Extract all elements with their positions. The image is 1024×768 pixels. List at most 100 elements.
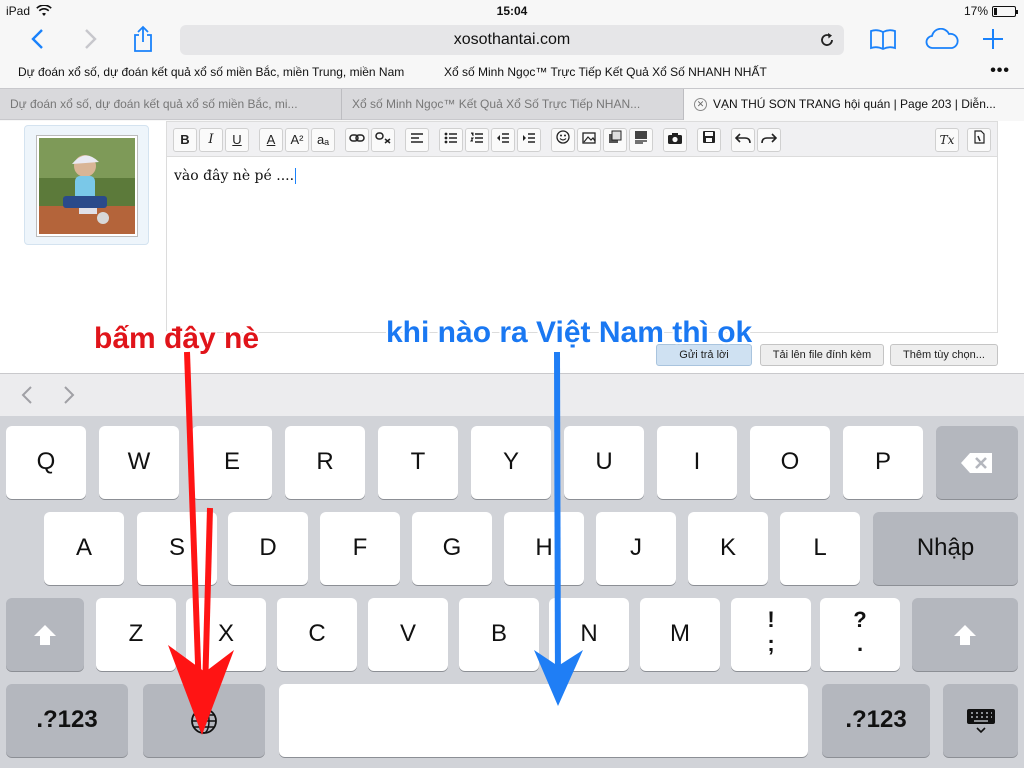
chevron-left-icon <box>21 386 32 404</box>
key-t[interactable]: T <box>378 426 458 499</box>
message-editor[interactable]: vào đây nè pé .... <box>166 157 998 333</box>
shift-icon <box>954 624 976 645</box>
key-q[interactable]: Q <box>6 426 86 499</box>
tab-item[interactable]: Dự đoán xổ số, dự đoán kết quả xổ số miề… <box>0 89 342 120</box>
shift-icon <box>34 624 56 645</box>
space-key[interactable] <box>279 684 808 757</box>
reload-button[interactable] <box>816 25 838 55</box>
redo-button[interactable] <box>757 128 781 152</box>
key-z[interactable]: Z <box>96 598 176 671</box>
upload-attachment-button[interactable]: Tải lên file đính kèm <box>760 344 884 366</box>
key-l[interactable]: L <box>780 512 860 585</box>
unlink-button[interactable] <box>371 128 395 152</box>
key-w[interactable]: W <box>99 426 179 499</box>
key-n[interactable]: N <box>549 598 629 671</box>
key-p[interactable]: P <box>843 426 923 499</box>
next-field-button[interactable] <box>58 384 80 406</box>
chevron-right-icon <box>85 29 97 49</box>
battery-fill <box>994 7 997 15</box>
key-y[interactable]: Y <box>471 426 551 499</box>
new-tab-button[interactable] <box>976 24 1010 54</box>
key-r[interactable]: R <box>285 426 365 499</box>
underline-button[interactable]: U <box>225 128 249 152</box>
key-c[interactable]: C <box>277 598 357 671</box>
previous-field-button[interactable] <box>16 384 38 406</box>
floppy-icon <box>703 131 715 143</box>
save-draft-button[interactable] <box>697 128 721 152</box>
key-g[interactable]: G <box>412 512 492 585</box>
key-top-symbol: ! <box>767 607 775 632</box>
number-list-icon <box>470 132 483 143</box>
key-a[interactable]: A <box>44 512 124 585</box>
key-b[interactable]: B <box>459 598 539 671</box>
font-size-button[interactable]: A² <box>285 128 309 152</box>
url-text: xosothantai.com <box>453 31 571 48</box>
key-u[interactable]: U <box>564 426 644 499</box>
align-button[interactable] <box>405 128 429 152</box>
language-key[interactable] <box>143 684 265 757</box>
shift-key-left[interactable] <box>6 598 84 671</box>
key-d[interactable]: D <box>228 512 308 585</box>
key-exclamation-comma[interactable]: ! ; <box>731 598 811 671</box>
globe-icon <box>191 707 217 734</box>
key-j[interactable]: J <box>596 512 676 585</box>
font-family-button[interactable]: aₐ <box>311 128 335 152</box>
battery-icon <box>992 5 1018 17</box>
numbers-key-left[interactable]: .?123 <box>6 684 128 757</box>
backspace-key[interactable] <box>936 426 1018 499</box>
bookmark-item[interactable]: Dự đoán xổ số, dự đoán kết quả xổ số miề… <box>18 65 404 79</box>
indent-button[interactable] <box>517 128 541 152</box>
hide-keyboard-key[interactable] <box>943 684 1018 757</box>
key-x[interactable]: X <box>186 598 266 671</box>
shift-key-right[interactable] <box>912 598 1018 671</box>
source-mode-button[interactable] <box>967 128 991 152</box>
close-tab-icon[interactable]: ✕ <box>694 98 707 112</box>
key-m[interactable]: M <box>640 598 720 671</box>
image-icon <box>582 132 596 144</box>
bookmark-item[interactable]: Xổ số Minh Ngọc™ Trực Tiếp Kết Quả Xổ Số… <box>444 65 767 79</box>
key-f[interactable]: F <box>320 512 400 585</box>
key-v[interactable]: V <box>368 598 448 671</box>
smiley-button[interactable] <box>551 128 575 152</box>
bookmarks-button[interactable] <box>866 24 900 54</box>
tab-item[interactable]: Xổ số Minh Ngọc™ Kết Quả Xổ Số Trực Tiếp… <box>342 89 684 120</box>
plus-icon <box>983 29 1003 49</box>
bold-button[interactable]: B <box>173 128 197 152</box>
numbers-key-right[interactable]: .?123 <box>822 684 930 757</box>
link-icon <box>349 134 365 142</box>
image-button[interactable] <box>577 128 601 152</box>
tab-title: Dự đoán xổ số, dự đoán kết quả xổ số miề… <box>10 97 298 111</box>
key-s[interactable]: S <box>137 512 217 585</box>
number-list-button[interactable] <box>465 128 489 152</box>
form-navigation-bar <box>0 373 1024 416</box>
outdent-button[interactable] <box>491 128 515 152</box>
key-k[interactable]: K <box>688 512 768 585</box>
enter-key[interactable]: Nhập <box>873 512 1018 585</box>
back-button[interactable] <box>20 24 54 54</box>
key-i[interactable]: I <box>657 426 737 499</box>
clock: 15:04 <box>496 4 528 18</box>
undo-button[interactable] <box>731 128 755 152</box>
italic-button[interactable]: I <box>199 128 223 152</box>
quote-button[interactable] <box>629 128 653 152</box>
forward-button[interactable] <box>74 24 108 54</box>
bullet-list-button[interactable] <box>439 128 463 152</box>
key-question-period[interactable]: ? . <box>820 598 900 671</box>
key-h[interactable]: H <box>504 512 584 585</box>
cloud-icon <box>925 28 959 49</box>
more-options-button[interactable]: Thêm tùy chọn... <box>890 344 998 366</box>
media-button[interactable] <box>603 128 627 152</box>
key-e[interactable]: E <box>192 426 272 499</box>
remove-format-button[interactable]: Tx <box>935 128 959 152</box>
address-bar[interactable]: xosothantai.com <box>180 25 844 55</box>
link-button[interactable] <box>345 128 369 152</box>
more-bookmarks-icon[interactable]: ••• <box>990 62 1010 80</box>
key-o[interactable]: O <box>750 426 830 499</box>
battery-percent: 17% <box>963 4 988 18</box>
icloud-tabs-button[interactable] <box>922 24 962 54</box>
share-icon <box>134 25 152 52</box>
font-color-button[interactable]: A <box>259 128 283 152</box>
camera-button[interactable] <box>663 128 687 152</box>
share-button[interactable] <box>126 24 160 54</box>
tab-item-active[interactable]: ✕ VẠN THÚ SƠN TRANG hội quán | Page 203 |… <box>684 89 1024 120</box>
